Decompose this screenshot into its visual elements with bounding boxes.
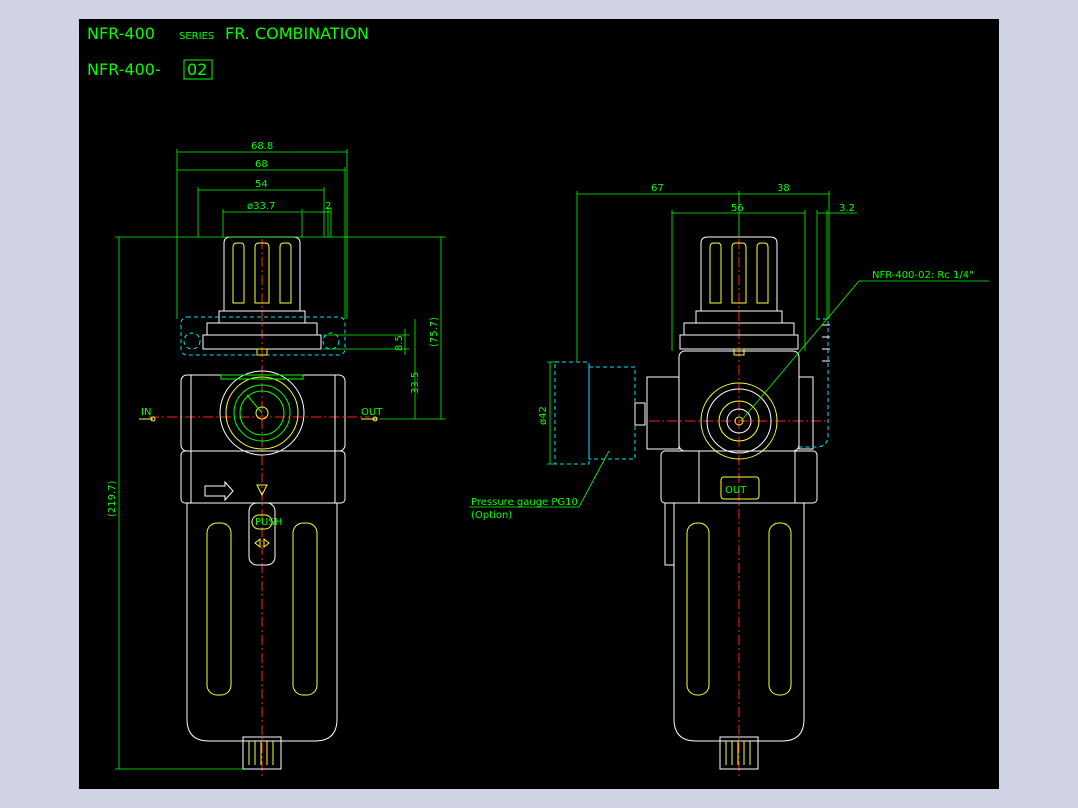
title-main: NFR-400 bbox=[87, 24, 155, 43]
dim-75-7: (75.7) bbox=[429, 317, 440, 347]
dim-54: 54 bbox=[255, 179, 268, 190]
dim-38: 38 bbox=[777, 183, 790, 194]
model-code: 02 bbox=[187, 60, 207, 79]
callout-port-thread: NFR-400-02: Rc 1/4" bbox=[872, 270, 974, 281]
side-view: OUT 67 38 56 3.2 ø42 NFR-400-02: Rc 1/4"… bbox=[469, 183, 989, 779]
dim-219-7: (219.7) bbox=[107, 480, 118, 517]
callout-gauge: Pressure gauge PG10 bbox=[471, 497, 578, 508]
label-out: OUT bbox=[361, 407, 383, 418]
label-out-port: OUT bbox=[725, 485, 747, 496]
callout-gauge-option: (Option) bbox=[471, 510, 512, 521]
label-in: IN bbox=[141, 407, 151, 418]
dim-33-5: 33.5 bbox=[410, 372, 421, 394]
cad-drawing-canvas: NFR-400 SERIES FR. COMBINATION NFR-400- … bbox=[79, 19, 999, 789]
dim-68-8: 68.8 bbox=[251, 141, 273, 152]
dim-68: 68 bbox=[255, 159, 268, 170]
dim-8-5: 8.5 bbox=[394, 335, 405, 351]
dim-42: ø42 bbox=[538, 406, 549, 425]
label-push: PUSH bbox=[255, 517, 282, 528]
model-prefix: NFR-400- bbox=[87, 60, 161, 79]
technical-drawing: NFR-400 SERIES FR. COMBINATION NFR-400- … bbox=[87, 24, 989, 779]
dim-67: 67 bbox=[651, 183, 664, 194]
flow-arrow-icon bbox=[204, 480, 234, 502]
front-view: IN OUT PUSH 68.8 68 54 ø33.7 2 8.5 (75.7… bbox=[107, 141, 445, 779]
title-rest: FR. COMBINATION bbox=[225, 24, 369, 43]
dim-2: 2 bbox=[325, 201, 331, 212]
dim-3-2: 3.2 bbox=[839, 203, 855, 214]
dim-33-7: ø33.7 bbox=[247, 201, 275, 212]
dim-56: 56 bbox=[731, 203, 744, 214]
title-series: SERIES bbox=[179, 31, 214, 42]
